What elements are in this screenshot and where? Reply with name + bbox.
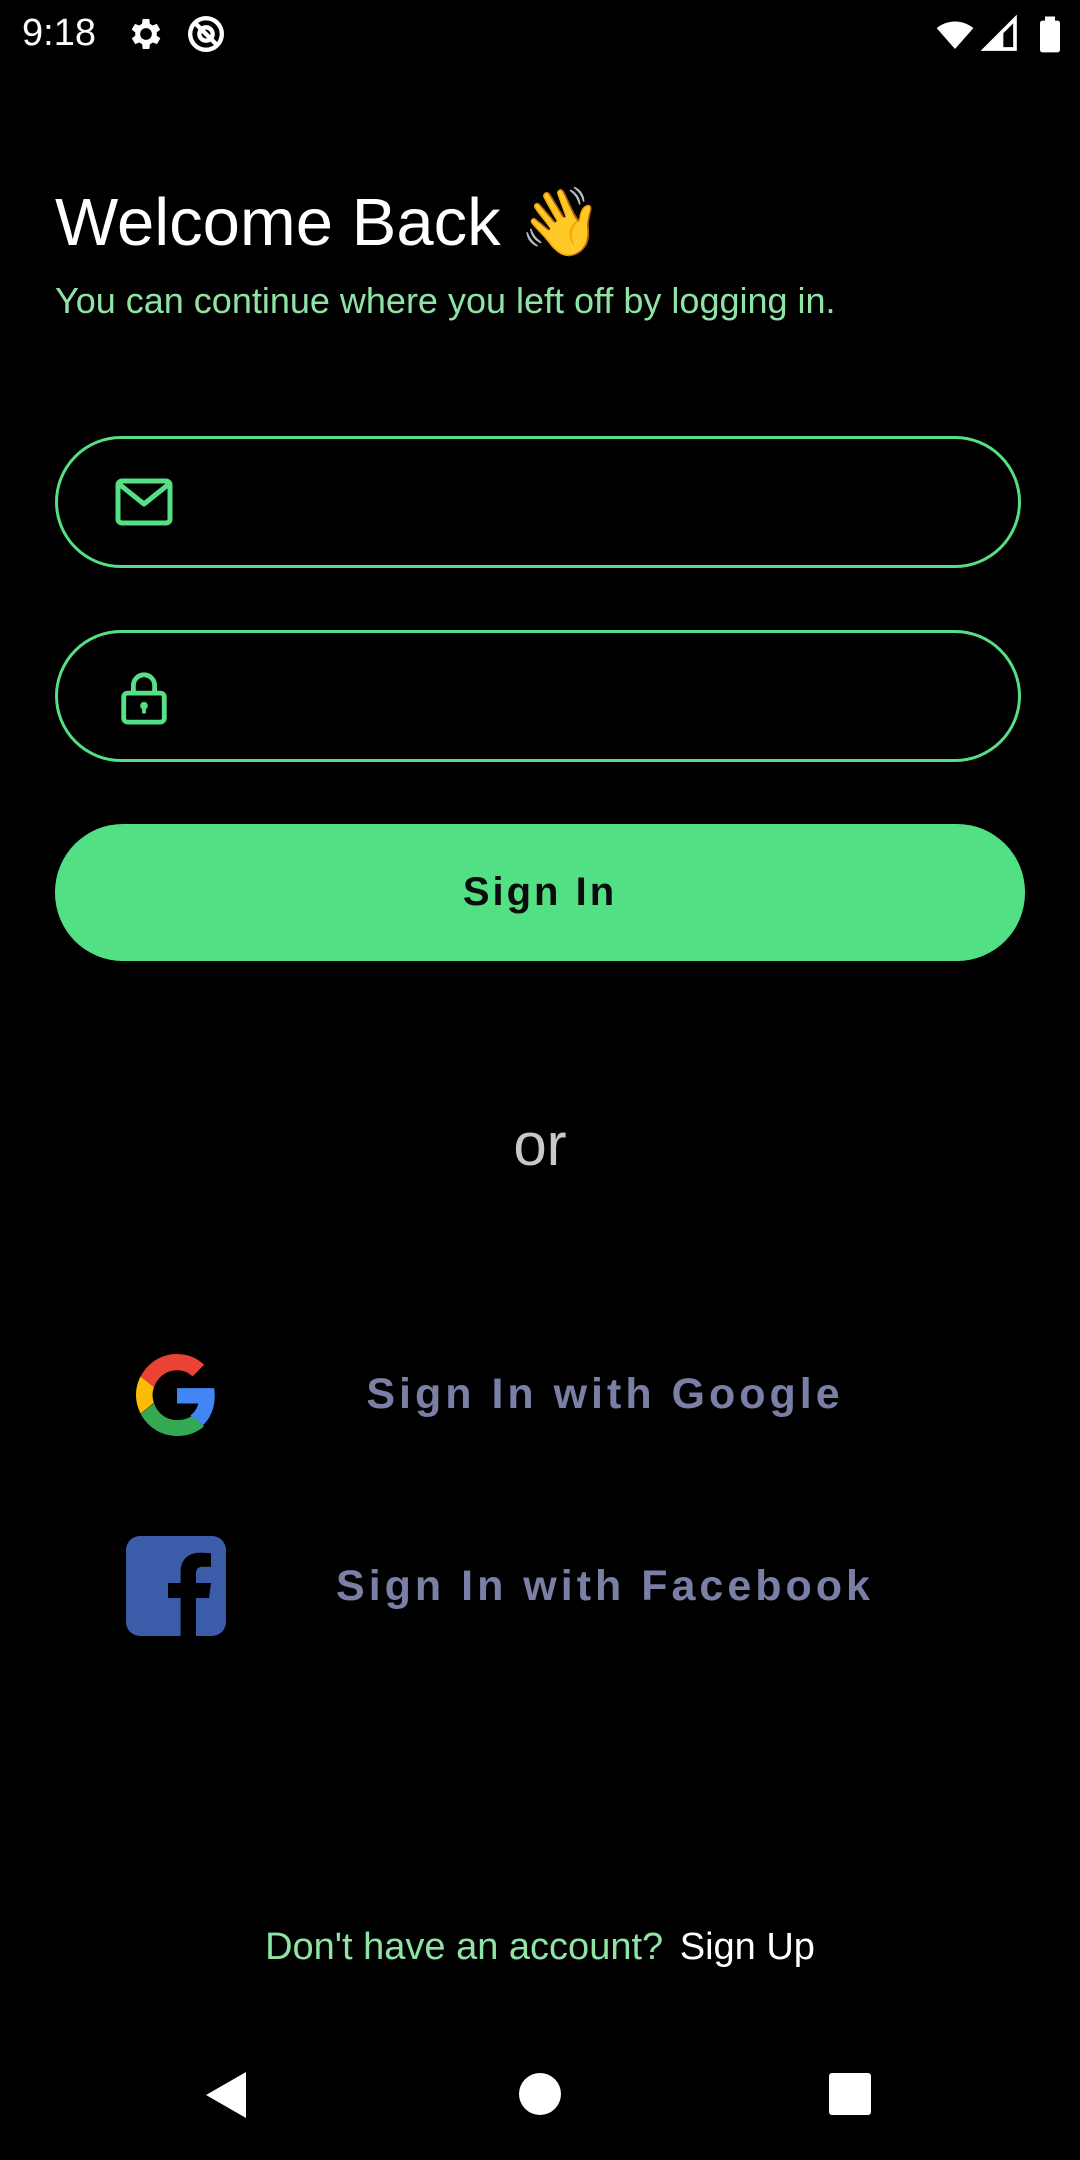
lock-icon — [121, 672, 167, 725]
sign-up-prompt: Don't have an account? Sign Up — [0, 1922, 1080, 1972]
home-icon[interactable] — [517, 2071, 563, 2117]
password-input[interactable] — [208, 633, 992, 761]
sign-up-link[interactable]: Sign Up — [680, 1926, 815, 1968]
email-input[interactable] — [208, 439, 992, 567]
google-sign-in-button[interactable]: Sign In with Google — [100, 1334, 980, 1454]
envelope-icon — [115, 478, 173, 526]
status-time: 9:18 — [22, 12, 96, 54]
wifi-icon — [936, 21, 974, 49]
battery-icon — [1040, 16, 1060, 53]
sign-in-label: Sign In — [462, 870, 618, 914]
navigation-bar — [0, 2040, 1080, 2160]
status-bar: 9:18 — [0, 0, 1080, 66]
password-field[interactable] — [55, 630, 1021, 762]
gear-icon — [131, 19, 161, 49]
sign-up-prompt-text: Don't have an account? — [265, 1926, 664, 1968]
sign-in-button[interactable]: Sign In — [55, 824, 1025, 961]
or-separator: or — [513, 1111, 567, 1178]
email-field[interactable] — [55, 436, 1021, 568]
recents-icon[interactable] — [828, 2072, 872, 2116]
at-sign-icon — [188, 16, 224, 52]
signal-icon — [980, 14, 1017, 51]
back-icon[interactable] — [202, 2070, 248, 2120]
facebook-sign-in-label: Sign In with Facebook — [336, 1561, 874, 1610]
page-title: Welcome Back 👋 — [55, 185, 603, 260]
google-sign-in-label: Sign In with Google — [366, 1369, 844, 1418]
page-subtitle: You can continue where you left off by l… — [55, 280, 836, 321]
facebook-sign-in-button[interactable]: Sign In with Facebook — [100, 1526, 980, 1646]
